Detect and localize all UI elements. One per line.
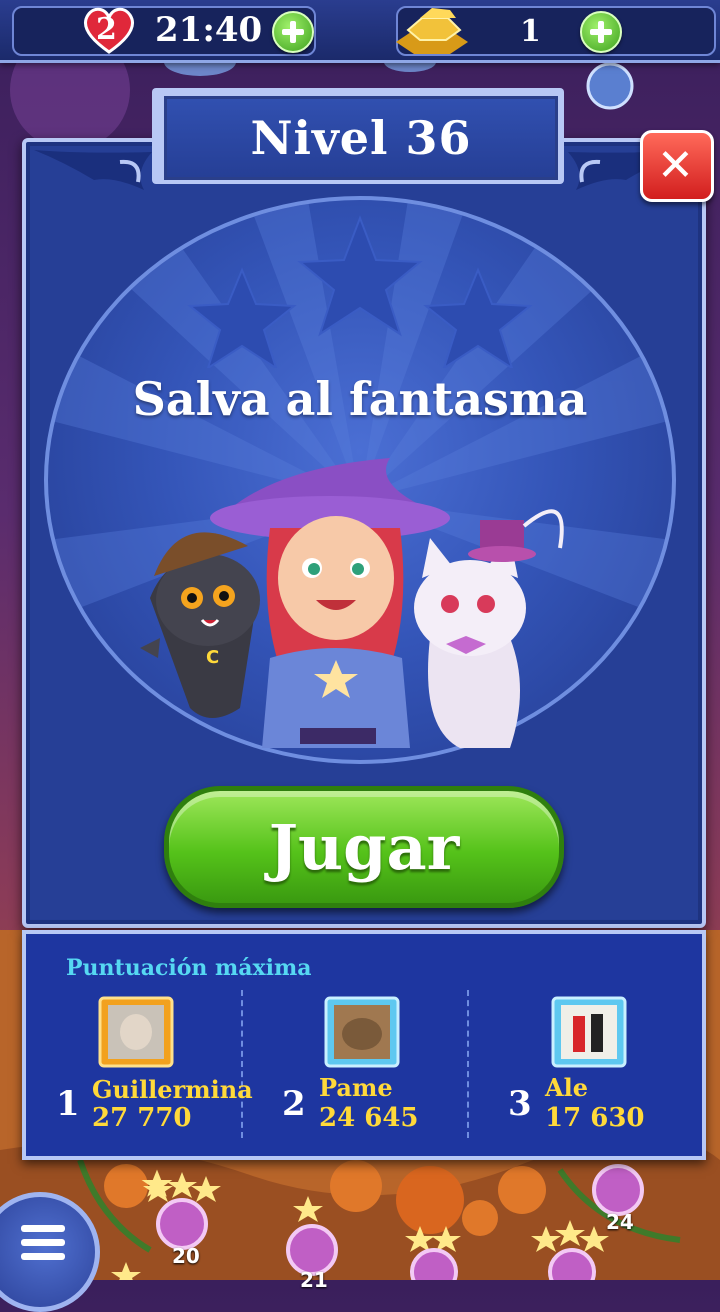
black-cat-character: C [140, 532, 260, 718]
star-icon [423, 267, 533, 368]
add-lives-button[interactable] [272, 11, 314, 53]
map-node-label[interactable]: 20 [172, 1244, 200, 1268]
svg-text:C: C [206, 647, 219, 668]
leaderboard-rank: 1 [56, 1084, 80, 1124]
friend-name: Ale [545, 1073, 589, 1102]
white-cat-character [414, 509, 564, 748]
map-node-label[interactable]: 24 [606, 1210, 634, 1234]
friend-score: 24 645 [319, 1103, 419, 1133]
friend-avatar[interactable] [324, 996, 400, 1068]
lives-count: 2 [96, 12, 117, 47]
level-objective: Salva al fantasma [132, 372, 588, 426]
friend-avatar[interactable] [551, 996, 627, 1068]
gold-bars-icon [396, 8, 468, 54]
play-button[interactable]: Jugar [164, 786, 564, 908]
friend-avatar[interactable] [98, 996, 174, 1068]
gold-bars-count: 1 [520, 14, 541, 49]
friend-name: Pame [319, 1073, 393, 1102]
map-node-label[interactable]: 21 [300, 1268, 328, 1292]
menu-icon [21, 1253, 65, 1260]
star-icon [297, 215, 423, 337]
leaderboard-divider [241, 990, 243, 1138]
friend-score: 27 770 [92, 1103, 192, 1133]
leaderboard-rank: 2 [282, 1084, 306, 1124]
add-gold-button[interactable] [580, 11, 622, 53]
lives-timer: 21:40 [155, 10, 263, 50]
menu-icon [21, 1225, 65, 1232]
leaderboard-title: Puntuación máxima [66, 955, 312, 981]
characters-illustration: C [140, 458, 564, 748]
leaderboard-rank: 3 [508, 1084, 532, 1124]
friend-name: Guillermina [92, 1075, 253, 1104]
close-button[interactable]: ✕ [640, 130, 714, 202]
close-icon: ✕ [657, 140, 694, 191]
friend-score: 17 630 [545, 1103, 645, 1133]
top-status-bar: 2 21:40 1 [0, 0, 720, 63]
dialog-ornament-left [34, 150, 152, 190]
level-title: Nivel 36 [250, 111, 472, 165]
star-icon [187, 267, 297, 368]
play-button-label: Jugar [268, 810, 460, 884]
star-rating [187, 215, 533, 368]
menu-icon [21, 1239, 65, 1246]
title-tab: Nivel 36 [164, 96, 558, 180]
leaderboard-divider [467, 990, 469, 1138]
